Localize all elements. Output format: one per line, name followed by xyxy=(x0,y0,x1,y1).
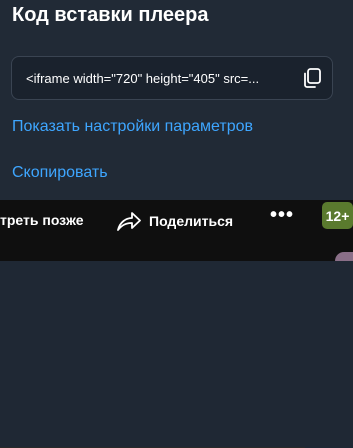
panel-title: Код вставки плеера xyxy=(12,4,209,26)
show-settings-link[interactable]: Показать настройки параметров xyxy=(12,118,253,136)
more-dots-icon[interactable]: ••• xyxy=(270,204,294,227)
share-arrow-icon xyxy=(117,212,141,231)
copy-icon[interactable] xyxy=(301,67,323,89)
player-action-bar: треть позже Поделиться ••• xyxy=(0,200,353,448)
embed-code-panel: Код вставки плеера <iframe width="720" h… xyxy=(0,0,353,200)
avatar[interactable] xyxy=(335,252,353,261)
share-label: Поделиться xyxy=(149,213,234,229)
share-button[interactable]: Поделиться xyxy=(115,209,233,233)
watch-later-button[interactable]: треть позже xyxy=(0,212,84,228)
age-rating-badge: 12+ xyxy=(322,202,353,229)
embed-code-field[interactable]: <iframe width="720" height="405" src=... xyxy=(11,56,333,100)
embed-code-text[interactable]: <iframe width="720" height="405" src=... xyxy=(26,71,288,86)
copy-link[interactable]: Скопировать xyxy=(12,164,108,182)
